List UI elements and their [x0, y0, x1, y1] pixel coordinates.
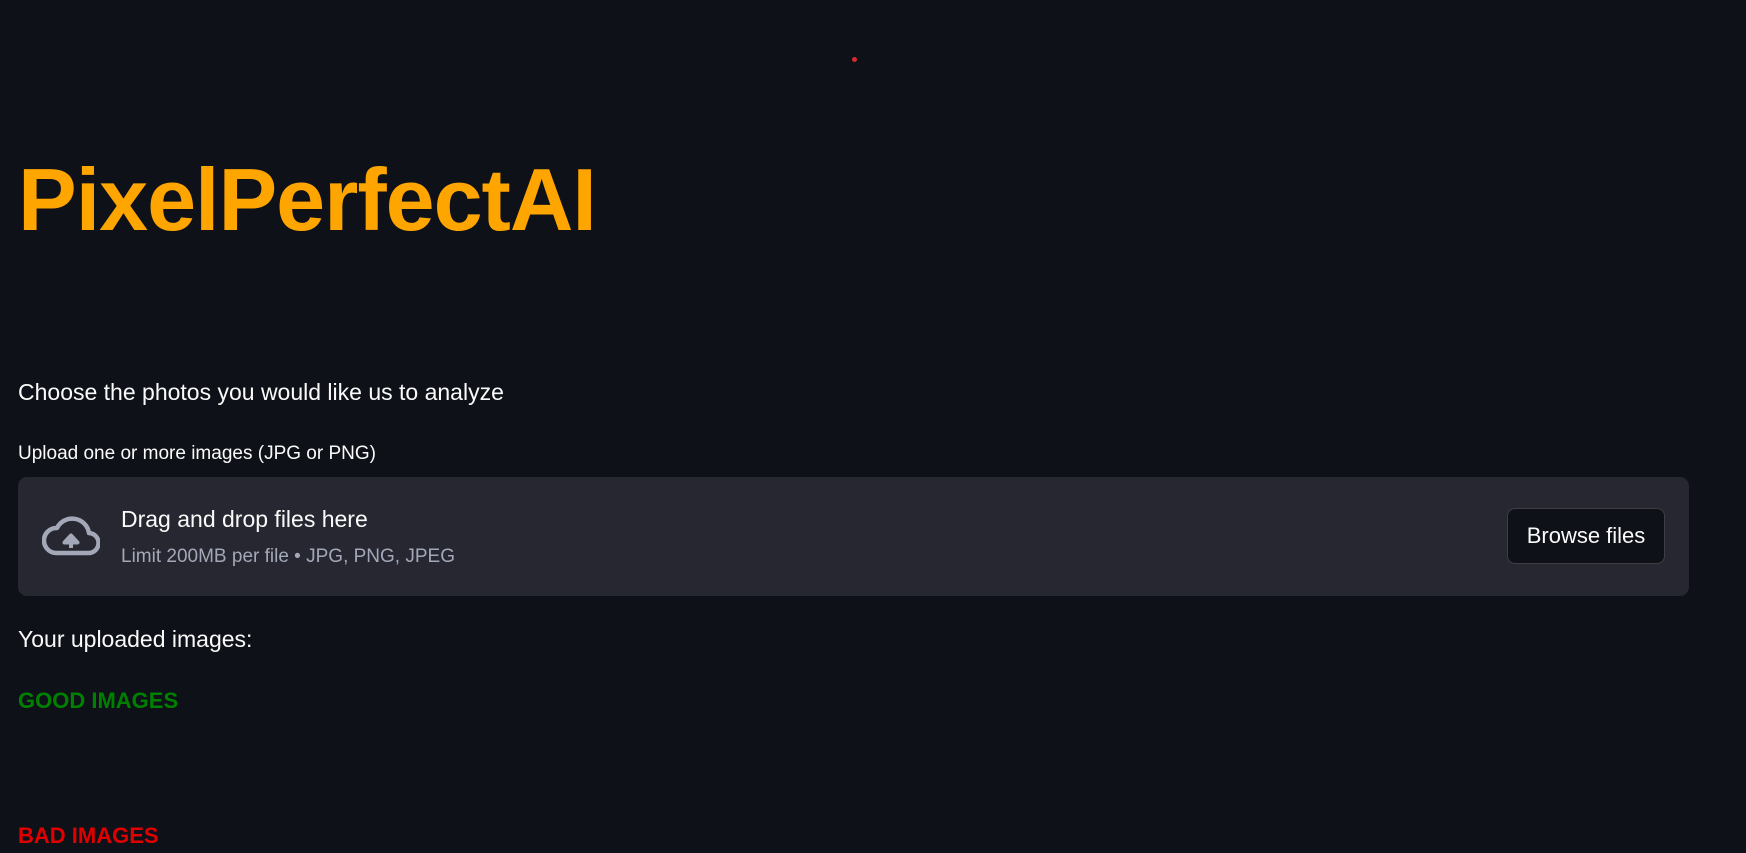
uploaded-images-heading: Your uploaded images: — [18, 626, 253, 652]
browse-files-button[interactable]: Browse files — [1507, 508, 1665, 564]
cloud-upload-icon — [42, 516, 100, 556]
page-title: PixelPerfectAI — [18, 150, 597, 249]
dropzone-limit-text: Limit 200MB per file • JPG, PNG, JPEG — [121, 546, 455, 567]
app-page: PixelPerfectAI Choose the photos you wou… — [0, 0, 1746, 853]
recording-dot-icon — [852, 57, 857, 62]
file-dropzone[interactable]: Drag and drop files here Limit 200MB per… — [18, 477, 1689, 596]
dropzone-title: Drag and drop files here — [121, 506, 368, 532]
bad-images-heading: BAD IMAGES — [18, 823, 159, 848]
intro-text: Choose the photos you would like us to a… — [18, 379, 504, 405]
uploader-label: Upload one or more images (JPG or PNG) — [18, 443, 376, 464]
good-images-heading: GOOD IMAGES — [18, 688, 179, 713]
